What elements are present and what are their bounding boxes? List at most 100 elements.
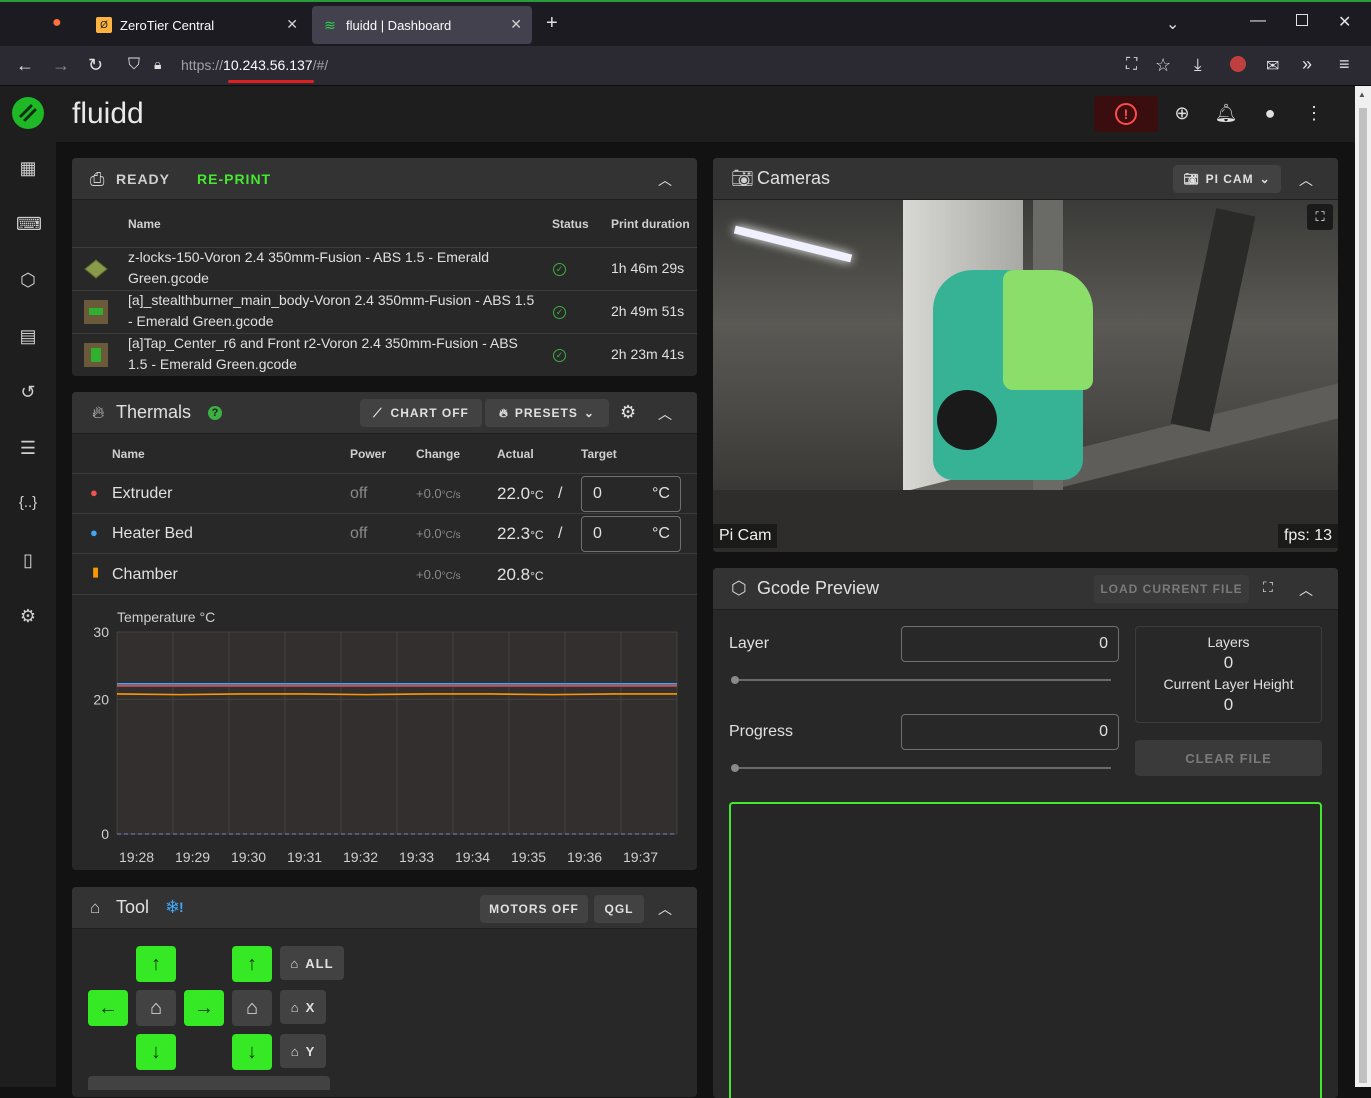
close-tab-icon[interactable]: ✕ bbox=[510, 16, 522, 33]
maximize-icon[interactable] bbox=[1296, 14, 1308, 26]
new-tab-icon[interactable]: + bbox=[546, 12, 558, 35]
heater-name[interactable]: Heater Bed bbox=[112, 523, 193, 544]
actual-value: 20.8 bbox=[497, 565, 531, 584]
change-unit: °C/s bbox=[441, 571, 461, 582]
sensor-name[interactable]: Chamber bbox=[112, 564, 178, 585]
heater-name[interactable]: Extruder bbox=[112, 483, 172, 504]
bookmark-star-icon[interactable]: ☆ bbox=[1155, 55, 1171, 76]
minimize-icon[interactable]: — bbox=[1250, 12, 1266, 30]
presets-button[interactable]: 🔥︎ PRESETS ⌄ bbox=[485, 399, 609, 427]
camera-select-button[interactable]: 📷︎ PI CAM ⌄ bbox=[1173, 165, 1281, 193]
shield-icon[interactable]: ⛉ bbox=[128, 56, 140, 74]
divider bbox=[72, 513, 697, 514]
fullscreen-icon[interactable]: ⛶ bbox=[1263, 579, 1273, 596]
list-tabs-icon[interactable]: ⌄ bbox=[1166, 14, 1179, 34]
page-scrollbar[interactable]: ▲ bbox=[1355, 86, 1371, 1087]
jog-x-minus-button[interactable]: ← bbox=[88, 990, 128, 1026]
col-actual: Actual bbox=[497, 447, 534, 461]
clear-file-button[interactable]: CLEAR FILE bbox=[1135, 740, 1322, 776]
downloads-icon[interactable]: ⤓ bbox=[1194, 55, 1202, 75]
scrollbar-thumb[interactable] bbox=[1359, 108, 1367, 1083]
file-name[interactable]: [a]_stealthburner_main_body-Voron 2.4 35… bbox=[128, 290, 538, 332]
bed-target-input[interactable]: 0 °C bbox=[581, 516, 681, 552]
layer-slider[interactable] bbox=[731, 676, 1111, 684]
home-z-button[interactable]: ⌂ bbox=[232, 990, 272, 1026]
load-current-file-button[interactable]: LOAD CURRENT FILE bbox=[1094, 575, 1249, 603]
home-all-button[interactable]: ⌂ ALL bbox=[280, 946, 344, 980]
slider-handle[interactable] bbox=[731, 764, 739, 772]
jog-y-minus-button[interactable]: ↓ bbox=[136, 1034, 176, 1070]
lock-icon[interactable]: 🔒︎ bbox=[154, 56, 161, 73]
col-duration: Print duration bbox=[611, 217, 690, 231]
jog-x-plus-button[interactable]: → bbox=[184, 990, 224, 1026]
notifications-icon[interactable]: 🔔︎ bbox=[1214, 103, 1238, 124]
collapse-chevron-icon[interactable]: ︿ bbox=[1299, 170, 1313, 190]
progress-slider[interactable] bbox=[731, 764, 1111, 772]
home-x-button[interactable]: ⌂ X bbox=[280, 990, 326, 1024]
url-field[interactable]: https://10.243.56.137/#/ bbox=[181, 57, 328, 73]
extension-icon[interactable] bbox=[1230, 56, 1246, 72]
browser-tab-fluidd[interactable]: ≋ fluidd | Dashboard ✕ bbox=[312, 6, 532, 44]
chart-y-axis-label: Temperature °C bbox=[117, 609, 215, 625]
mail-icon[interactable]: ✉ bbox=[1266, 56, 1279, 76]
translate-icon[interactable]: ⛶ bbox=[1126, 56, 1137, 74]
back-icon[interactable]: ← bbox=[16, 55, 34, 76]
user-icon[interactable]: ● bbox=[1258, 103, 1282, 124]
home-y-button[interactable]: ⌂ Y bbox=[280, 1034, 326, 1068]
reprint-button[interactable]: RE-PRINT bbox=[197, 171, 271, 187]
camera-stream[interactable] bbox=[713, 200, 1338, 552]
change-unit: °C/s bbox=[441, 530, 461, 541]
jobs-cube-icon[interactable]: ⬡ bbox=[16, 270, 40, 294]
menu-icon[interactable]: ≡ bbox=[1339, 54, 1350, 75]
status-card-header: ⎙ READY RE-PRINT ︿ bbox=[72, 158, 697, 200]
system-icon[interactable]: ▯ bbox=[16, 550, 40, 574]
qgl-button[interactable]: QGL bbox=[594, 895, 644, 923]
fluidd-logo[interactable] bbox=[12, 97, 44, 129]
history-icon[interactable]: ↺ bbox=[16, 382, 40, 406]
close-window-icon[interactable]: ✕ bbox=[1338, 12, 1351, 32]
reload-icon[interactable]: ↻ bbox=[88, 55, 103, 76]
collapse-chevron-icon[interactable]: ︿ bbox=[658, 899, 672, 919]
gcode-preview-canvas[interactable] bbox=[729, 802, 1322, 1098]
jog-z-down-button[interactable]: ↓ bbox=[232, 1034, 272, 1070]
firefox-icon[interactable]: ● bbox=[52, 14, 62, 32]
upload-print-icon[interactable]: ⊕ bbox=[1170, 103, 1194, 124]
layer-input[interactable]: 0 bbox=[901, 626, 1119, 662]
more-menu-icon[interactable]: ⋮ bbox=[1302, 103, 1326, 124]
jog-z-up-button[interactable]: ↑ bbox=[232, 946, 272, 982]
extruder-target-input[interactable]: 0 °C bbox=[581, 476, 681, 512]
jog-distance-selector[interactable] bbox=[88, 1076, 330, 1090]
settings-gear-icon[interactable]: ⚙ bbox=[16, 606, 40, 630]
emergency-stop-button[interactable]: ! bbox=[1094, 96, 1158, 132]
jog-y-plus-button[interactable]: ↑ bbox=[136, 946, 176, 982]
file-name[interactable]: z-locks-150-Voron 2.4 350mm-Fusion - ABS… bbox=[128, 247, 498, 289]
console-icon[interactable]: ⌨ bbox=[16, 214, 42, 238]
home-xy-button[interactable]: ⌂ bbox=[136, 990, 176, 1026]
col-power: Power bbox=[350, 447, 387, 461]
chart-x-tick-label: 19:33 bbox=[399, 849, 434, 865]
chart-off-button[interactable]: ⟋ CHART OFF bbox=[360, 399, 482, 427]
overflow-icon[interactable]: » bbox=[1302, 54, 1312, 75]
collapse-chevron-icon[interactable]: ︿ bbox=[1299, 580, 1313, 600]
actual-unit: °C bbox=[530, 488, 544, 502]
collapse-chevron-icon[interactable]: ︿ bbox=[658, 404, 672, 424]
slider-handle[interactable] bbox=[731, 676, 739, 684]
progress-input[interactable]: 0 bbox=[901, 714, 1119, 750]
tune-icon[interactable]: ☰ bbox=[16, 438, 40, 462]
settings-gear-icon[interactable]: ⚙ bbox=[620, 402, 636, 423]
config-braces-icon[interactable]: {..} bbox=[16, 494, 40, 518]
camera-fullscreen-icon[interactable]: ⛶ bbox=[1307, 204, 1333, 230]
motors-off-button[interactable]: MOTORS OFF bbox=[480, 895, 588, 923]
forward-icon[interactable]: → bbox=[52, 55, 70, 76]
close-tab-icon[interactable]: ✕ bbox=[286, 16, 298, 33]
chart-x-tick-label: 19:36 bbox=[567, 849, 602, 865]
layers-label: Layers bbox=[1207, 634, 1250, 650]
camera-icon: 📷︎ bbox=[731, 168, 754, 188]
browser-tab-zerotier[interactable]: Ø ZeroTier Central ✕ bbox=[86, 6, 308, 44]
scroll-up-icon[interactable]: ▲ bbox=[1358, 90, 1366, 99]
file-name[interactable]: [a]Tap_Center_r6 and Front r2-Voron 2.4 … bbox=[128, 333, 528, 375]
files-icon[interactable]: ▤ bbox=[16, 326, 40, 350]
collapse-chevron-icon[interactable]: ︿ bbox=[658, 170, 672, 190]
dashboard-icon[interactable]: ▦ bbox=[16, 158, 40, 182]
help-icon[interactable]: ? bbox=[208, 406, 222, 420]
